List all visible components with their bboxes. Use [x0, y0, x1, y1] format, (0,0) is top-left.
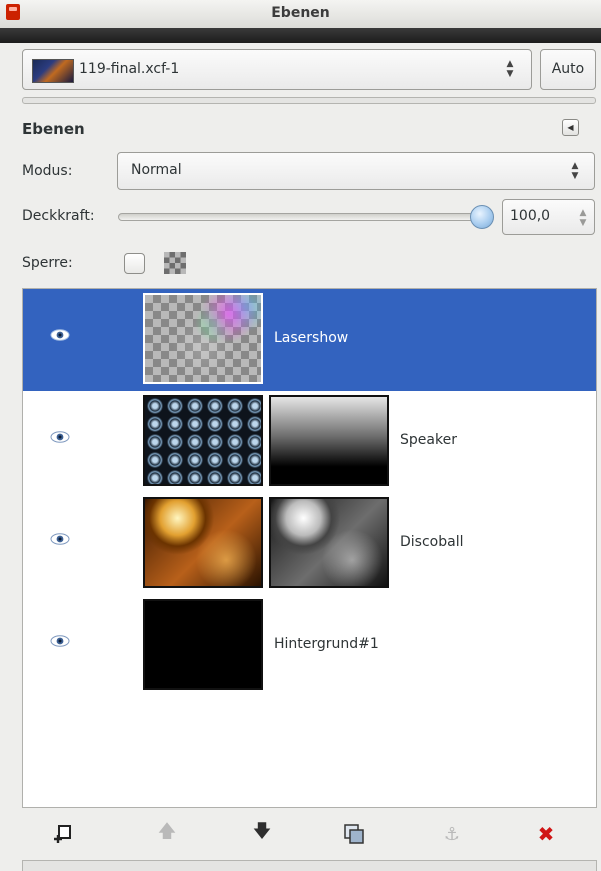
layer-list[interactable]: Lasershow Speaker Discoball Hintergrund#… — [22, 288, 597, 808]
layer-name[interactable]: Lasershow — [274, 330, 348, 346]
window-title: Ebenen — [271, 5, 330, 21]
mode-value: Normal — [131, 162, 182, 178]
opacity-slider-knob[interactable] — [470, 205, 494, 229]
opacity-slider[interactable] — [118, 213, 490, 221]
layer-toolbar: 🡅 🡇 ⚓ ✖ — [22, 812, 597, 856]
lock-pixels-checkbox[interactable] — [124, 253, 145, 274]
raise-layer-icon: 🡅 — [157, 821, 177, 842]
duplicate-layer-button[interactable] — [324, 812, 384, 856]
layer-thumbnail[interactable] — [143, 293, 263, 384]
titlebar-shadow-strip — [0, 28, 601, 43]
new-layer-button[interactable] — [34, 812, 94, 856]
opacity-value: 100,0 — [510, 208, 551, 224]
layer-name[interactable]: Hintergrund#1 — [274, 636, 379, 652]
lock-label: Sperre: — [22, 255, 73, 271]
image-thumbnail — [32, 59, 74, 83]
layer-row[interactable]: Hintergrund#1 — [23, 595, 596, 697]
duplicate-layer-icon — [344, 824, 364, 844]
layer-mask-thumbnail[interactable] — [269, 497, 389, 588]
opacity-label: Deckkraft: — [22, 208, 95, 224]
delete-layer-icon: ✖ — [537, 822, 555, 846]
delete-layer-button[interactable]: ✖ — [516, 812, 576, 856]
eye-icon[interactable] — [50, 532, 70, 546]
mode-combo[interactable]: Normal ▲ ▼ — [117, 152, 595, 190]
eye-icon[interactable] — [50, 634, 70, 648]
layer-thumbnail[interactable] — [143, 395, 263, 486]
lock-alpha-icon[interactable] — [164, 252, 186, 274]
eye-icon[interactable] — [50, 328, 70, 342]
image-selector-combo[interactable]: 119-final.xcf-1 ▲ ▼ — [22, 49, 532, 90]
layer-row[interactable]: Speaker — [23, 391, 596, 493]
layer-row[interactable]: Lasershow — [23, 289, 596, 391]
new-layer-icon — [54, 825, 71, 843]
raise-layer-button[interactable]: 🡅 — [137, 812, 197, 856]
anchor-layer-icon: ⚓ — [443, 823, 461, 845]
layer-name[interactable]: Discoball — [400, 534, 463, 550]
spin-arrows-icon[interactable]: ▲ ▼ — [577, 208, 589, 228]
dock-separator[interactable] — [22, 97, 596, 104]
layer-thumbnail[interactable] — [143, 599, 263, 690]
image-name: 119-final.xcf-1 — [79, 61, 180, 77]
panel-footer — [22, 860, 597, 871]
layer-thumbnail[interactable] — [143, 497, 263, 588]
eye-icon[interactable] — [50, 430, 70, 444]
opacity-spinbutton[interactable]: 100,0 ▲ ▼ — [502, 199, 595, 235]
combo-arrows-icon: ▲ ▼ — [571, 161, 579, 181]
lower-layer-icon: 🡇 — [252, 821, 272, 842]
layer-name[interactable]: Speaker — [400, 432, 457, 448]
layer-mask-thumbnail[interactable] — [269, 395, 389, 486]
combo-arrows-icon: ▲ ▼ — [506, 59, 514, 79]
layer-row[interactable]: Discoball — [23, 493, 596, 595]
mode-label: Modus: — [22, 163, 73, 179]
panel-menu-button[interactable]: ◀ — [562, 119, 579, 136]
window-titlebar[interactable]: Ebenen — [0, 0, 601, 28]
lower-layer-button[interactable]: 🡇 — [232, 812, 292, 856]
auto-button[interactable]: Auto — [540, 49, 596, 90]
anchor-layer-button[interactable]: ⚓ — [422, 812, 482, 856]
panel-title: Ebenen — [22, 120, 85, 138]
